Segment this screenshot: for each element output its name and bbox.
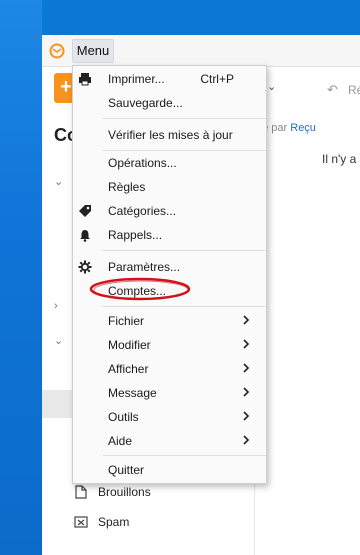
title-bar: Menu	[42, 35, 360, 67]
chevron-down-icon[interactable]: ⌄	[54, 334, 63, 347]
printer-icon	[78, 72, 92, 86]
menu-item-label: Règles	[108, 180, 146, 194]
menu-separator	[103, 455, 266, 456]
menu-item-message[interactable]: Message	[73, 382, 266, 404]
menu-item-view[interactable]: Afficher	[73, 358, 266, 380]
menu-item-settings[interactable]: Paramètres...	[73, 256, 266, 278]
chevron-right-icon	[243, 363, 250, 373]
menu-item-categories[interactable]: Catégories...	[73, 200, 266, 222]
chevron-down-icon[interactable]: ⌄	[54, 175, 63, 188]
menu-item-print[interactable]: Imprimer... Ctrl+P	[73, 68, 266, 90]
chevron-right-icon	[243, 435, 250, 445]
menu-button[interactable]: Menu	[72, 39, 114, 63]
tag-icon	[78, 204, 92, 218]
chevron-right-icon	[243, 387, 250, 397]
menu-item-label: Imprimer...	[108, 72, 165, 86]
menu-item-label: Opérations...	[108, 156, 177, 170]
menu-item-label: Aide	[108, 434, 133, 448]
menu-item-edit[interactable]: Modifier	[73, 334, 266, 356]
menu-item-operations[interactable]: Opérations...	[73, 152, 266, 174]
menu-item-file[interactable]: Fichier	[73, 310, 266, 332]
folder-label: Brouillons	[98, 485, 151, 499]
menu-item-label: Modifier	[108, 338, 151, 352]
menu-separator	[103, 150, 266, 151]
menu-item-label: Paramètres...	[108, 260, 181, 274]
menu-item-shortcut: Ctrl+P	[200, 72, 234, 86]
folder-drafts[interactable]: Brouillons	[74, 482, 151, 502]
main-menu-dropdown: Imprimer... Ctrl+P Sauvegarde... Vérifie…	[72, 65, 267, 484]
menu-item-label: Sauvegarde...	[108, 96, 183, 110]
folder-spam[interactable]: Spam	[74, 512, 129, 532]
menu-separator	[103, 306, 266, 307]
chevron-right-icon	[243, 315, 250, 325]
menu-separator	[103, 118, 266, 119]
menu-item-label: Message	[108, 386, 157, 400]
menu-item-label: Rappels...	[108, 228, 163, 242]
chevron-right-icon[interactable]: ›	[54, 300, 58, 312]
highlight-annotation	[89, 277, 191, 301]
desktop-background	[0, 0, 42, 555]
reply-icon[interactable]: ↶	[327, 82, 338, 98]
chevron-right-icon	[243, 339, 250, 349]
reply-button-label[interactable]: Ré	[348, 83, 360, 97]
menu-item-label: Fichier	[108, 314, 145, 328]
chevron-down-icon[interactable]: ⌄	[267, 80, 276, 93]
gear-icon	[78, 260, 92, 274]
menu-item-reminders[interactable]: Rappels...	[73, 224, 266, 246]
menu-item-check-updates[interactable]: Vérifier les mises à jour	[73, 124, 266, 146]
menu-item-label: Quitter	[108, 463, 145, 477]
menu-item-quit[interactable]: Quitter	[73, 459, 266, 481]
bell-icon	[78, 228, 92, 242]
menu-item-tools[interactable]: Outils	[73, 406, 266, 428]
menu-item-label: Outils	[108, 410, 139, 424]
menu-item-label: Catégories...	[108, 204, 177, 218]
folder-label: Spam	[98, 515, 130, 529]
chevron-right-icon	[243, 411, 250, 421]
selected-folder-row[interactable]	[42, 390, 72, 418]
menu-item-help[interactable]: Aide	[73, 430, 266, 452]
menu-item-label: Vérifier les mises à jour	[108, 128, 233, 142]
app-logo-icon	[49, 43, 65, 59]
menu-item-backup[interactable]: Sauvegarde...	[73, 92, 266, 114]
menu-separator	[103, 250, 266, 251]
menu-item-label: Afficher	[108, 362, 149, 376]
sort-value-link[interactable]: Reçu	[290, 122, 316, 134]
draft-file-icon	[74, 485, 88, 499]
menu-item-rules[interactable]: Règles	[73, 176, 266, 198]
empty-list-message: Il n'y a	[322, 152, 357, 166]
spam-icon	[74, 515, 88, 529]
